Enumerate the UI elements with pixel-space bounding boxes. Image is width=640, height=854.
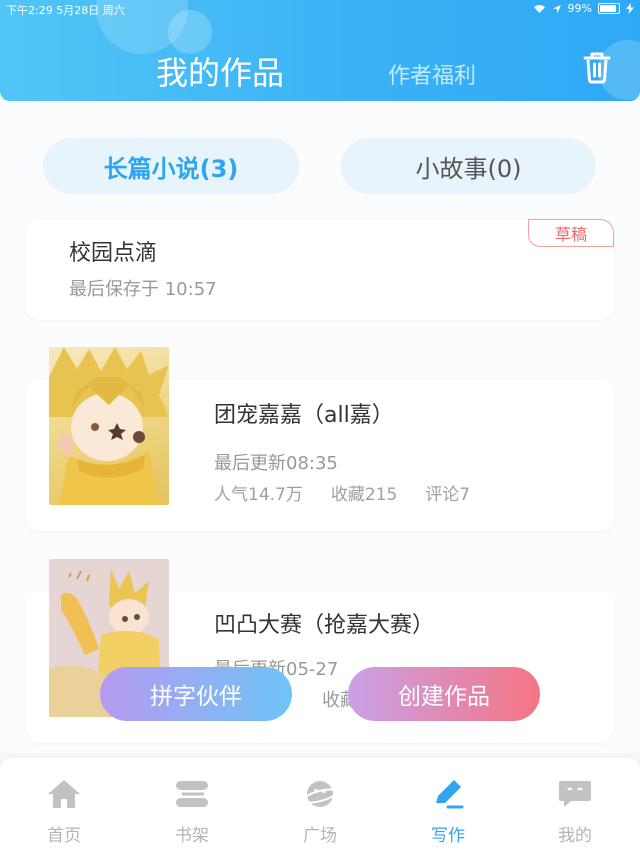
work-title: 团宠嘉嘉（all嘉）	[214, 403, 394, 428]
charging-icon	[626, 3, 634, 14]
trash-icon[interactable]	[582, 50, 612, 84]
status-bar: 下午2:29 5月28日 周六 99%	[6, 2, 634, 18]
bookshelf-icon	[176, 781, 208, 807]
tab-label: 书架	[175, 826, 209, 846]
create-work-button[interactable]: 创建作品	[348, 667, 540, 721]
work-updated-time: 最后更新08:35	[214, 453, 338, 474]
tab-label: 首页	[47, 826, 81, 846]
tab-writing[interactable]: 写作	[413, 777, 483, 846]
chat-bubble-icon	[559, 781, 591, 807]
battery-icon	[598, 3, 620, 14]
battery-percent: 99%	[567, 2, 592, 15]
top-header: 下午2:29 5月28日 周六 99% 我的作品 作者福利	[0, 0, 640, 101]
tab-plaza[interactable]: 广场	[285, 777, 355, 846]
tab-my-works[interactable]: 我的作品	[156, 48, 284, 94]
tab-author-benefits[interactable]: 作者福利	[388, 58, 476, 90]
bottom-tab-bar: 首页 书架 广场 写作 我的	[0, 756, 640, 854]
tab-label: 写作	[431, 826, 465, 846]
status-time-date: 下午2:29 5月28日 周六	[6, 4, 125, 17]
writing-partner-button[interactable]: 拼字伙伴	[100, 667, 292, 721]
planet-icon	[302, 781, 338, 807]
location-arrow-icon	[552, 4, 561, 13]
comments-stat: 评论7	[425, 485, 471, 505]
popularity-stat: 人气14.7万	[214, 485, 303, 505]
favorites-stat: 收藏215	[330, 485, 398, 505]
pen-icon	[436, 780, 464, 809]
work-stats: 人气14.7万 收藏215 评论7	[214, 480, 470, 505]
wifi-icon	[533, 4, 545, 13]
tab-label: 广场	[303, 826, 337, 846]
tab-label: 我的	[558, 826, 592, 846]
segment-short-stories[interactable]: 小故事(0)	[341, 138, 596, 194]
book-cover-image[interactable]	[49, 347, 169, 505]
work-card-draft[interactable]: 校园点滴 最后保存于 10:57 草稿	[26, 219, 614, 320]
work-title: 凹凸大赛（抢嘉大赛）	[214, 613, 435, 638]
tab-bookshelf[interactable]: 书架	[157, 777, 227, 846]
status-right: 99%	[533, 2, 634, 15]
draft-badge: 草稿	[528, 219, 614, 247]
segment-long-novels[interactable]: 长篇小说(3)	[43, 138, 299, 194]
work-saved-time: 最后保存于 10:57	[69, 279, 217, 300]
tab-mine[interactable]: 我的	[540, 777, 610, 846]
home-icon	[48, 780, 80, 808]
tab-home[interactable]: 首页	[29, 777, 99, 846]
work-title: 校园点滴	[69, 241, 158, 266]
